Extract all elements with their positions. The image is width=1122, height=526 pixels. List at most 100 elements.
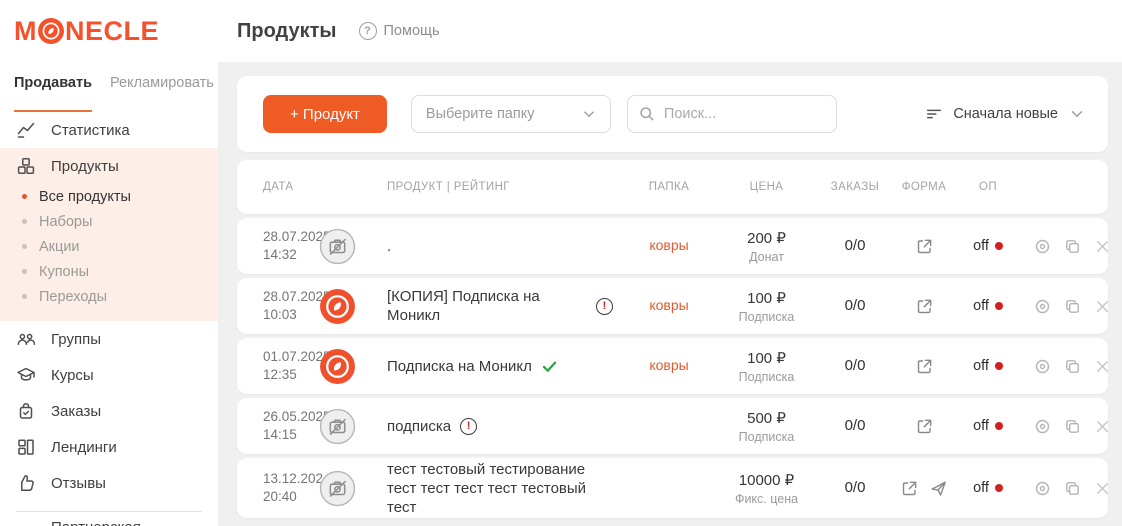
delete-x-icon[interactable] — [1093, 417, 1112, 436]
status-dot-icon — [995, 302, 1003, 310]
thumbs-up-icon — [16, 473, 36, 493]
row-time: 12:35 — [263, 367, 297, 382]
status-label: off — [973, 298, 989, 314]
topbar: M NECLE Продукты ? Помощь — [0, 0, 1122, 62]
question-icon: ? — [359, 22, 377, 40]
price: 10000 ₽ — [714, 471, 819, 489]
table-row[interactable]: 28.07.202510:03 [КОПИЯ] Подписка на Мони… — [237, 278, 1108, 334]
help-link[interactable]: ? Помощь — [359, 22, 440, 40]
sidebar-item-orders[interactable]: Заказы — [0, 393, 218, 429]
toolbar: + Продукт Выберите папку Сначала новые — [237, 76, 1108, 152]
sidebar-item-products[interactable]: Продукты — [0, 148, 218, 184]
sidebar-item-partner-program[interactable]: Партнерская программа — [0, 518, 218, 526]
monecle-logo[interactable]: M NECLE — [14, 16, 159, 47]
sidebar-subitem-label: Акции — [39, 239, 80, 255]
sidebar-group-products: Продукты Все продукты Наборы Акции Купон… — [0, 148, 218, 321]
sort-lines-icon — [925, 105, 943, 123]
logo-text-prefix: M — [14, 16, 37, 47]
table-row[interactable]: 28.07.202514:32 . ковры 200 ₽Донат 0/0 o… — [237, 218, 1108, 274]
col-header-folder: ПАПКА — [624, 181, 714, 193]
copy-icon[interactable] — [1063, 479, 1082, 498]
copy-icon[interactable] — [1063, 357, 1082, 376]
table-row[interactable]: 01.07.202512:35 Подписка на Моникл ковры… — [237, 338, 1108, 394]
folder-link[interactable]: ковры — [649, 237, 688, 253]
graduation-cap-icon — [16, 365, 36, 385]
copy-icon[interactable] — [1063, 417, 1082, 436]
sidebar-subitem-sets[interactable]: Наборы — [0, 209, 218, 234]
status-toggle[interactable]: off — [957, 480, 1019, 496]
price-type: Фикс. цена — [714, 492, 819, 506]
col-header-orders: ЗАКАЗЫ — [819, 181, 891, 193]
col-header-op: ОП — [957, 181, 1019, 193]
preview-eye-icon[interactable] — [1033, 357, 1052, 376]
preview-eye-icon[interactable] — [1033, 479, 1052, 498]
sort-control[interactable]: Сначала новые — [925, 105, 1086, 123]
copy-icon[interactable] — [1063, 297, 1082, 316]
product-name: . — [387, 237, 391, 256]
status-toggle[interactable]: off — [957, 358, 1019, 374]
sidebar-item-statistics[interactable]: Статистика — [0, 112, 218, 148]
add-product-button[interactable]: + Продукт — [263, 95, 387, 133]
preview-eye-icon[interactable] — [1033, 237, 1052, 256]
delete-x-icon[interactable] — [1093, 297, 1112, 316]
status-dot-icon — [995, 242, 1003, 250]
tab-sell[interactable]: Продавать — [14, 75, 92, 112]
people-icon — [16, 329, 36, 349]
status-toggle[interactable]: off — [957, 238, 1019, 254]
row-time: 14:15 — [263, 427, 297, 442]
page-title: Продукты — [237, 20, 337, 43]
open-form-icon[interactable] — [915, 357, 934, 376]
status-dot-icon — [995, 362, 1003, 370]
preview-eye-icon[interactable] — [1033, 417, 1052, 436]
product-name: [КОПИЯ] Подписка на Моникл — [387, 287, 587, 325]
warning-icon: ! — [596, 298, 613, 315]
preview-eye-icon[interactable] — [1033, 297, 1052, 316]
sidebar-tabs: Продавать Рекламировать — [0, 62, 218, 112]
open-form-icon[interactable] — [915, 297, 934, 316]
sidebar-item-label: Заказы — [51, 403, 101, 420]
help-label: Помощь — [384, 23, 440, 39]
table-row[interactable]: 13.12.202420:40 тест тестовый тестирован… — [237, 458, 1108, 518]
table-row[interactable]: 26.05.202514:15 подписка ! 500 ₽Подписка… — [237, 398, 1108, 454]
status-toggle[interactable]: off — [957, 298, 1019, 314]
folder-link[interactable]: ковры — [649, 297, 688, 313]
open-form-icon[interactable] — [915, 417, 934, 436]
sidebar-subitem-promos[interactable]: Акции — [0, 234, 218, 259]
price: 200 ₽ — [714, 229, 819, 247]
tab-advertise[interactable]: Рекламировать — [110, 75, 214, 112]
sidebar-item-reviews[interactable]: Отзывы — [0, 465, 218, 501]
folder-select[interactable]: Выберите папку — [411, 95, 611, 133]
product-name: Подписка на Моникл — [387, 357, 532, 376]
approved-check-icon — [541, 358, 558, 375]
sidebar-subitem-label: Наборы — [39, 214, 92, 230]
sidebar-item-label: Группы — [51, 331, 101, 348]
row-time: 20:40 — [263, 489, 297, 504]
open-form-icon[interactable] — [915, 237, 934, 256]
row-time: 10:03 — [263, 307, 297, 322]
status-toggle[interactable]: off — [957, 418, 1019, 434]
sidebar-subitem-all-products[interactable]: Все продукты — [0, 184, 218, 209]
status-label: off — [973, 358, 989, 374]
delete-x-icon[interactable] — [1093, 237, 1112, 256]
status-dot-icon — [995, 422, 1003, 430]
row-time: 14:32 — [263, 247, 297, 262]
delete-x-icon[interactable] — [1093, 357, 1112, 376]
send-icon[interactable] — [929, 479, 948, 498]
price: 100 ₽ — [714, 349, 819, 367]
sidebar-subitem-coupons[interactable]: Купоны — [0, 259, 218, 284]
search-input[interactable] — [664, 106, 814, 122]
sidebar-subitem-transitions[interactable]: Переходы — [0, 284, 218, 309]
sidebar-item-groups[interactable]: Группы — [0, 321, 218, 357]
open-form-icon[interactable] — [900, 479, 919, 498]
sidebar: Продавать Рекламировать Статистика Проду… — [0, 62, 218, 526]
sidebar-item-landings[interactable]: Лендинги — [0, 429, 218, 465]
folder-link[interactable]: ковры — [649, 357, 688, 373]
product-image — [319, 288, 356, 325]
copy-icon[interactable] — [1063, 237, 1082, 256]
sidebar-item-courses[interactable]: Курсы — [0, 357, 218, 393]
warning-icon: ! — [460, 418, 477, 435]
delete-x-icon[interactable] — [1093, 479, 1112, 498]
bullet-icon — [22, 294, 27, 299]
chevron-down-icon — [1068, 105, 1086, 123]
col-header-product: ПРОДУКТ | РЕЙТИНГ — [387, 181, 624, 193]
